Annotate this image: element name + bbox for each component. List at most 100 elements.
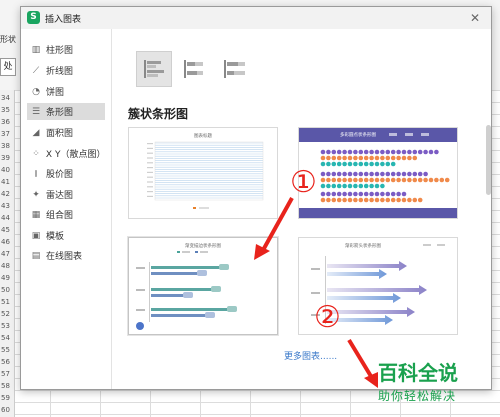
- more-charts-link[interactable]: 更多图表......: [284, 349, 337, 362]
- stock-chart-icon: ⫾: [34, 168, 38, 179]
- sidebar-item-label: 饼图: [46, 88, 65, 98]
- dot-mark: [336, 155, 342, 161]
- row-number[interactable]: 60: [1, 406, 10, 414]
- sidebar-item-bar[interactable]: ☰ 条形图: [27, 103, 105, 120]
- row-number[interactable]: 37: [1, 130, 10, 138]
- dot-mark: [320, 171, 326, 177]
- sidebar-item-label: 条形图: [46, 108, 74, 118]
- row-number[interactable]: 36: [1, 118, 10, 126]
- row-number[interactable]: 34: [1, 94, 10, 102]
- sidebar-item-stock[interactable]: ⫾ 股价图: [27, 165, 105, 182]
- row-number[interactable]: 44: [1, 214, 10, 222]
- dot-mark: [347, 191, 353, 197]
- dot-mark: [385, 191, 391, 197]
- chart-template-basic[interactable]: 图表标题: [128, 127, 278, 219]
- dot-mark: [396, 191, 401, 197]
- subtype-stacked-bar[interactable]: [176, 51, 212, 87]
- ribbon-shape-label[interactable]: 形状: [0, 34, 16, 45]
- sidebar-item-label: 组合图: [46, 211, 74, 221]
- dot-mark: [363, 149, 369, 155]
- row-number[interactable]: 47: [1, 250, 10, 258]
- dot-mark: [390, 197, 396, 203]
- dot-mark: [336, 177, 342, 183]
- clustered-bar-icon: [144, 60, 164, 78]
- chart-template-gradient-outline[interactable]: 渐变描边状条形图: [128, 237, 278, 335]
- content-scrollbar[interactable]: [486, 125, 491, 195]
- dot-mark: [390, 177, 396, 183]
- dialog-titlebar[interactable]: S 插入图表 ✕: [21, 7, 491, 30]
- sidebar-item-online[interactable]: ▤ 在线图表: [27, 247, 105, 264]
- dot-mark: [363, 197, 369, 203]
- row-number[interactable]: 49: [1, 274, 10, 282]
- row-number[interactable]: 38: [1, 142, 10, 150]
- dialog-title: 插入图表: [45, 15, 82, 25]
- subtype-clustered-bar[interactable]: [136, 51, 172, 87]
- row-number[interactable]: 45: [1, 226, 10, 234]
- dot-mark: [342, 149, 347, 155]
- dot-mark: [407, 155, 412, 161]
- dot-mark: [412, 149, 418, 155]
- subtype-percent-stacked-bar[interactable]: [216, 51, 252, 87]
- ribbon-button[interactable]: 处: [0, 58, 16, 76]
- row-number[interactable]: 50: [1, 286, 10, 294]
- dot-mark: [374, 161, 380, 167]
- sidebar-item-line[interactable]: ⟋ 折线图: [27, 62, 105, 79]
- dot-mark: [428, 149, 434, 155]
- row-number[interactable]: 46: [1, 238, 10, 246]
- row-number[interactable]: 59: [1, 394, 10, 402]
- dot-mark: [342, 191, 347, 197]
- row-number[interactable]: 54: [1, 334, 10, 342]
- sidebar-item-template[interactable]: ▣ 模板: [27, 227, 105, 244]
- row-number[interactable]: 35: [1, 106, 10, 114]
- watermark-subtitle: 助你轻松解决: [378, 389, 457, 403]
- dot-mark: [401, 171, 407, 177]
- row-number[interactable]: 52: [1, 310, 10, 318]
- row-number[interactable]: 48: [1, 262, 10, 270]
- dot-mark: [358, 191, 364, 197]
- row-number[interactable]: 51: [1, 298, 10, 306]
- colorful-dots-chart-preview: [299, 128, 457, 218]
- dot-mark: [358, 183, 364, 189]
- row-number[interactable]: 43: [1, 202, 10, 210]
- sidebar-item-area[interactable]: ◢ 面积图: [27, 124, 105, 141]
- close-icon[interactable]: ✕: [467, 10, 483, 26]
- basic-chart-preview: [147, 141, 264, 209]
- row-number[interactable]: 41: [1, 178, 10, 186]
- dot-mark: [331, 155, 337, 161]
- dot-mark: [331, 177, 337, 183]
- row-number[interactable]: 57: [1, 370, 10, 378]
- dot-mark: [347, 197, 353, 203]
- dot-mark: [347, 177, 353, 183]
- combo-chart-icon: ▦: [31, 209, 41, 220]
- dot-mark: [363, 191, 369, 197]
- sidebar-item-column[interactable]: ▥ 柱形图: [27, 41, 105, 58]
- dot-mark: [412, 171, 418, 177]
- dot-mark: [396, 155, 401, 161]
- dot-mark: [326, 197, 331, 203]
- dot-mark: [320, 183, 326, 189]
- dot-mark: [353, 197, 358, 203]
- dot-mark: [353, 183, 358, 189]
- dot-mark: [380, 177, 385, 183]
- dot-mark: [347, 155, 353, 161]
- row-number[interactable]: 53: [1, 322, 10, 330]
- row-number[interactable]: 58: [1, 382, 10, 390]
- line-chart-icon: ⟋: [32, 65, 40, 76]
- row-number[interactable]: 40: [1, 166, 10, 174]
- dot-mark: [374, 177, 380, 183]
- dot-mark: [336, 191, 342, 197]
- dot-mark: [434, 177, 439, 183]
- row-number[interactable]: 42: [1, 190, 10, 198]
- dot-mark: [380, 197, 385, 203]
- chart-template-colorful-dots[interactable]: 多彩圆点状条形图: [298, 127, 458, 219]
- sidebar-item-scatter[interactable]: ⁘ X Y（散点图）: [27, 145, 105, 162]
- sidebar-item-pie[interactable]: ◔ 饼图: [27, 83, 105, 100]
- dot-mark: [385, 171, 391, 177]
- pie-chart-icon: ◔: [32, 86, 40, 97]
- row-number[interactable]: 39: [1, 154, 10, 162]
- sidebar-item-radar[interactable]: ✦ 雷达图: [27, 186, 105, 203]
- row-number[interactable]: 56: [1, 358, 10, 366]
- step-one-marker: ①: [290, 165, 317, 200]
- sidebar-item-combo[interactable]: ▦ 组合图: [27, 206, 105, 223]
- row-number[interactable]: 55: [1, 346, 10, 354]
